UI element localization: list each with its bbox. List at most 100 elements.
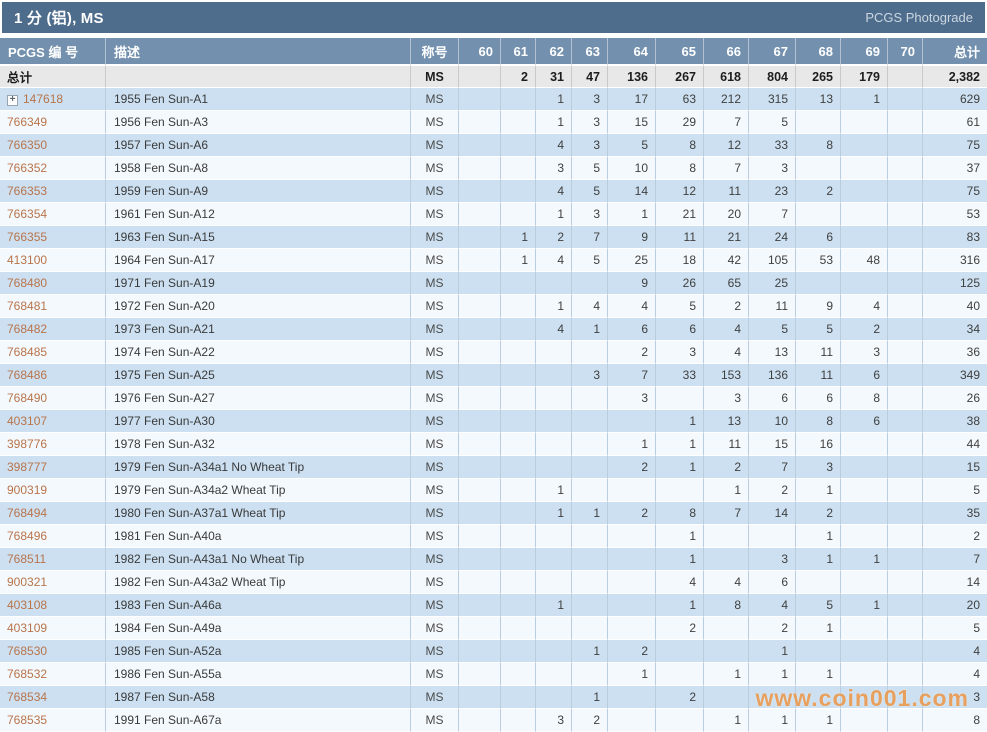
pcgs-number-link[interactable]: 766352: [7, 161, 47, 175]
pcgs-number-link[interactable]: 768482: [7, 322, 47, 336]
grade-69-count: [840, 640, 887, 663]
grade-70-count: [887, 157, 922, 180]
coin-description: 1985 Fen Sun-A52a: [105, 640, 410, 663]
grade-61-count: [500, 88, 535, 111]
pcgs-number-link[interactable]: 768494: [7, 506, 47, 520]
grade-62-count: 4: [535, 318, 571, 341]
pcgs-number-cell: 768486: [0, 364, 105, 387]
pcgs-number-link[interactable]: 766350: [7, 138, 47, 152]
grade-68-count: 2: [795, 502, 840, 525]
pcgs-number-link[interactable]: 768485: [7, 345, 47, 359]
totals-label: 总计: [0, 66, 105, 88]
pcgs-number-link[interactable]: 403109: [7, 621, 47, 635]
grade-68-count: 8: [795, 134, 840, 157]
grade-69-count: 8: [840, 387, 887, 410]
grade-62-count: [535, 272, 571, 295]
row-total-cell: 3: [922, 686, 987, 709]
grade-70-count: [887, 341, 922, 364]
grade-70-count: [887, 663, 922, 686]
pcgs-number-link[interactable]: 147618: [23, 92, 63, 106]
pcgs-number-link[interactable]: 768486: [7, 368, 47, 382]
pcgs-number-cell: 766352: [0, 157, 105, 180]
table-row: 7684811972 Fen Sun-A20MS14452119440: [0, 295, 987, 318]
pcgs-number-link[interactable]: 900319: [7, 483, 47, 497]
designation-cell: MS: [410, 226, 458, 249]
pcgs-number-link[interactable]: 768511: [7, 552, 46, 566]
pcgs-number-link[interactable]: 768496: [7, 529, 47, 543]
pcgs-number-link[interactable]: 768480: [7, 276, 47, 290]
pcgs-number-link[interactable]: 403107: [7, 414, 47, 428]
grade-66-count: 4: [703, 318, 748, 341]
pcgs-number-link[interactable]: 768481: [7, 299, 47, 313]
pcgs-number-link[interactable]: 768490: [7, 391, 47, 405]
designation-cell: MS: [410, 548, 458, 571]
population-table: PCGS 编 号描述称号6061626364656667686970总计 总计M…: [0, 38, 987, 732]
coin-description: 1984 Fen Sun-A49a: [105, 617, 410, 640]
pcgs-number-link[interactable]: 413100: [7, 253, 47, 267]
designation-cell: MS: [410, 387, 458, 410]
grade-65-count: [655, 479, 703, 502]
grade-61-count: 1: [500, 226, 535, 249]
row-total-cell: 20: [922, 594, 987, 617]
pcgs-number-link[interactable]: 768534: [7, 690, 47, 704]
grade-66-count: 7: [703, 157, 748, 180]
grade-65-count: 5: [655, 295, 703, 318]
grade-60-count: [458, 88, 500, 111]
coin-description: 1987 Fen Sun-A58: [105, 686, 410, 709]
grade-64-count: 4: [607, 295, 655, 318]
grade-61-count: [500, 456, 535, 479]
grade-62-count: 1: [535, 594, 571, 617]
pcgs-number-link[interactable]: 768532: [7, 667, 47, 681]
coin-description: 1991 Fen Sun-A67a: [105, 709, 410, 732]
designation-cell: MS: [410, 410, 458, 433]
grade-63-count: [571, 456, 607, 479]
grade-69-count: 4: [840, 295, 887, 318]
grade-64-count: 9: [607, 226, 655, 249]
grade-64-count: 2: [607, 456, 655, 479]
pcgs-number-link[interactable]: 398776: [7, 437, 47, 451]
page-title: 1 分 (铝), MS: [14, 7, 104, 28]
pcgs-number-link[interactable]: 766355: [7, 230, 47, 244]
grade-67-count: 3: [748, 157, 795, 180]
grade-66-count: 65: [703, 272, 748, 295]
pcgs-number-link[interactable]: 403108: [7, 598, 47, 612]
grade-64-count: [607, 594, 655, 617]
pcgs-number-link[interactable]: 768530: [7, 644, 47, 658]
grade-68-count: [795, 203, 840, 226]
grade-61-count: [500, 111, 535, 134]
expand-icon[interactable]: +: [7, 95, 18, 106]
grade-63-count: 5: [571, 249, 607, 272]
grade-70-count: [887, 203, 922, 226]
pcgs-number-link[interactable]: 766354: [7, 207, 47, 221]
designation-cell: MS: [410, 525, 458, 548]
grade-65-count: 1: [655, 548, 703, 571]
pcgs-number-link[interactable]: 766353: [7, 184, 47, 198]
table-row: 7685341987 Fen Sun-A58MS123: [0, 686, 987, 709]
grade-63-count: [571, 387, 607, 410]
row-total-cell: 75: [922, 180, 987, 203]
coin-description: 1975 Fen Sun-A25: [105, 364, 410, 387]
grade-67-count: 10: [748, 410, 795, 433]
designation-cell: MS: [410, 479, 458, 502]
grade-67-count: 33: [748, 134, 795, 157]
pcgs-number-link[interactable]: 768535: [7, 713, 47, 727]
pcgs-number-link[interactable]: 398777: [7, 460, 47, 474]
grade-64-count: 15: [607, 111, 655, 134]
grade-60-count: [458, 180, 500, 203]
grade-61-count: [500, 640, 535, 663]
grade-64-count: 2: [607, 640, 655, 663]
pcgs-number-link[interactable]: 900321: [7, 575, 47, 589]
pcgs-number-link[interactable]: 766349: [7, 115, 47, 129]
designation-cell: MS: [410, 111, 458, 134]
photograde-link[interactable]: PCGS Photograde: [865, 10, 973, 25]
designation-cell: MS: [410, 157, 458, 180]
grade-67-count: 5: [748, 318, 795, 341]
grade-66-count: 1: [703, 479, 748, 502]
pcgs-number-cell: 900319: [0, 479, 105, 502]
grade-61-count: [500, 548, 535, 571]
designation-cell: MS: [410, 709, 458, 732]
grade-60-count: [458, 502, 500, 525]
grade-66-count: 12: [703, 134, 748, 157]
grade-64-count: [607, 571, 655, 594]
grade-70-count: [887, 272, 922, 295]
